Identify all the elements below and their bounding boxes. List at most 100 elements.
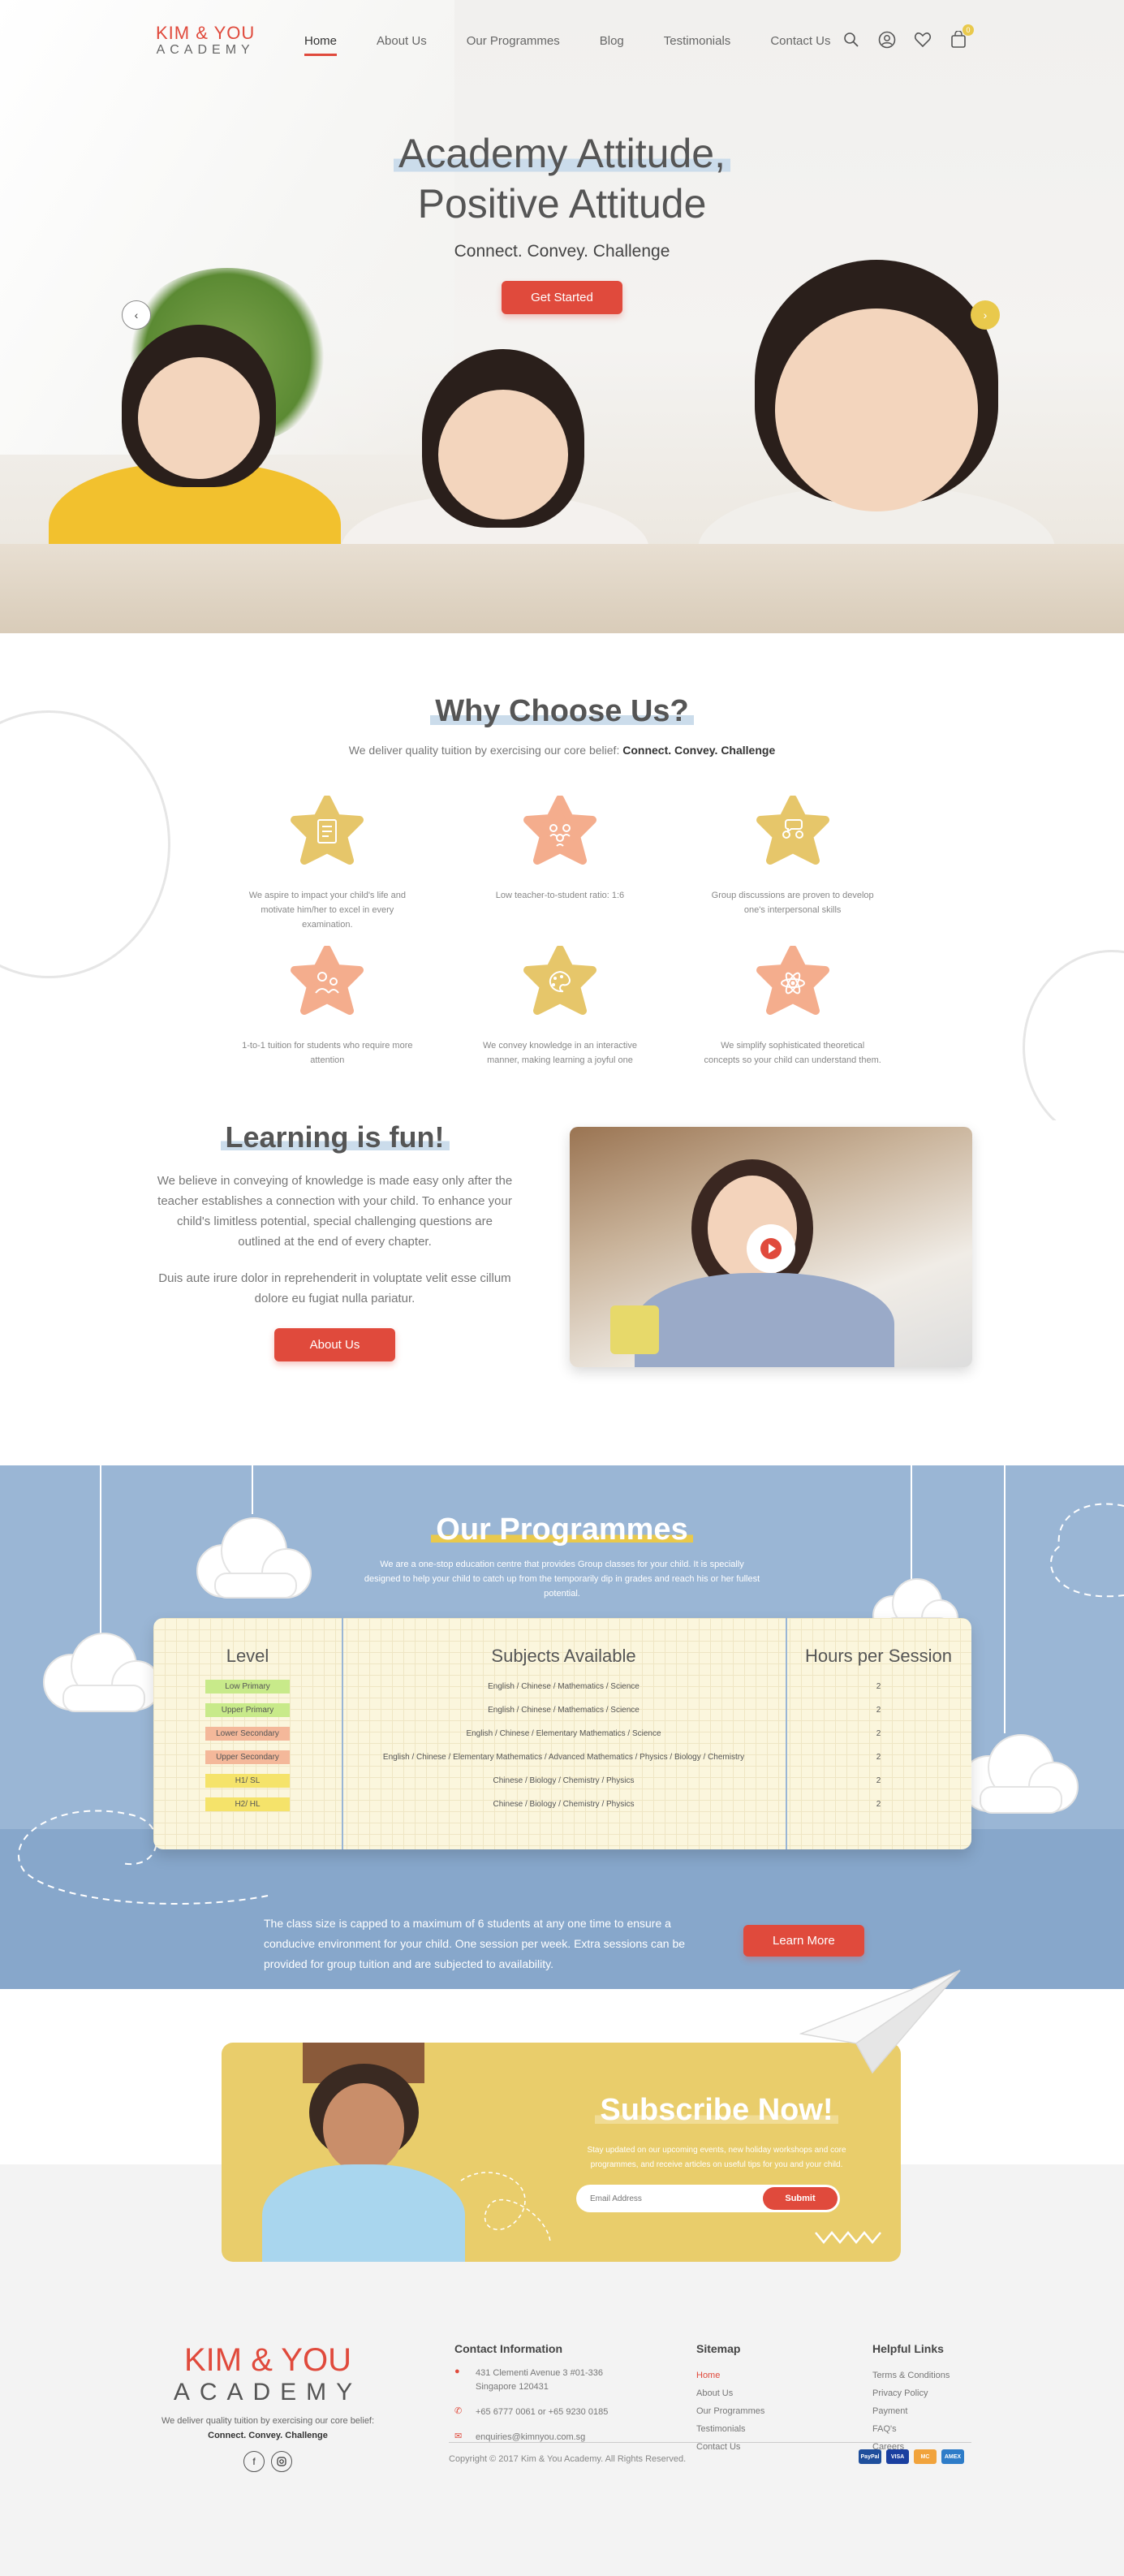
table-header-row: Level Subjects Available Hours per Sessi… <box>153 1618 971 1675</box>
table-row: H2/ HL Chinese / Biology / Chemistry / P… <box>153 1793 971 1816</box>
nav-blog[interactable]: Blog <box>600 34 624 48</box>
why-title: Why Choose Us? <box>430 694 694 729</box>
learning-section: Learning is fun! We believe in conveying… <box>0 1120 1124 1465</box>
location-icon: ● <box>454 2367 460 2376</box>
instagram-icon[interactable] <box>271 2451 292 2472</box>
programmes-note: The class size is capped to a maximum of… <box>264 1917 686 1970</box>
learn-more-button[interactable]: Learn More <box>743 1925 864 1957</box>
hours-cell: 2 <box>876 1753 881 1762</box>
programmes-title: Our Programmes <box>431 1512 693 1547</box>
atom-icon <box>756 946 830 1020</box>
play-icon[interactable] <box>747 1224 795 1273</box>
footer-divider <box>449 2442 971 2443</box>
table-row: Upper Primary English / Chinese / Mathem… <box>153 1698 971 1722</box>
learning-video[interactable] <box>570 1127 972 1367</box>
sitemap-contact-us[interactable]: Contact Us <box>696 2438 764 2456</box>
subjects-cell: English / Chinese / Elementary Mathemati… <box>382 1753 745 1762</box>
sitemap-home[interactable]: Home <box>696 2367 764 2384</box>
cart-count-badge: 0 <box>963 24 974 36</box>
nav-our-programmes[interactable]: Our Programmes <box>467 34 560 48</box>
nav-about-us[interactable]: About Us <box>377 34 427 48</box>
hours-cell: 2 <box>876 1682 881 1691</box>
feature-text: We aspire to impact your child's life an… <box>248 891 406 930</box>
email-input[interactable] <box>579 2194 763 2203</box>
get-started-button[interactable]: Get Started <box>502 281 622 314</box>
subscribe-form: Submit <box>576 2185 840 2212</box>
subjects-cell: English / Chinese / Mathematics / Scienc… <box>488 1682 640 1691</box>
nav-home[interactable]: Home <box>304 34 338 56</box>
cloud-string <box>252 1465 253 1514</box>
link-payment[interactable]: Payment <box>872 2402 950 2420</box>
main-nav: Home About Us Our Programmes Blog Testim… <box>304 34 871 56</box>
learning-content: Learning is fun! We believe in conveying… <box>154 1120 515 1361</box>
heart-icon[interactable] <box>912 29 933 50</box>
learning-paragraph-1: We believe in conveying of knowledge is … <box>157 1174 513 1249</box>
link-faqs[interactable]: FAQ's <box>872 2420 950 2438</box>
hero-content: Academy Attitude, Positive Attitude Conn… <box>0 128 1124 314</box>
search-icon[interactable] <box>841 29 862 50</box>
sitemap-about-us[interactable]: About Us <box>696 2384 764 2402</box>
group-icon <box>523 796 597 870</box>
table-row: H1/ SL Chinese / Biology / Chemistry / P… <box>153 1769 971 1793</box>
footer-logo-line2: ACADEMY <box>173 2379 363 2406</box>
why-choose-us-section: Why Choose Us? We deliver quality tuitio… <box>0 633 1124 1120</box>
nav-testimonials[interactable]: Testimonials <box>664 34 731 48</box>
level-tag: H2/ HL <box>205 1797 290 1811</box>
feature-item: Low teacher-to-student ratio: 1:6 <box>444 796 677 913</box>
cart-icon[interactable]: 0 <box>948 24 974 50</box>
user-icon[interactable] <box>876 29 898 50</box>
programmes-grid: Level Subjects Available Hours per Sessi… <box>153 1618 971 1816</box>
nav-contact-us[interactable]: Contact Us <box>770 34 830 48</box>
feature-text: 1-to-1 tuition for students who require … <box>242 1041 413 1065</box>
table-row: Upper Secondary English / Chinese / Elem… <box>153 1745 971 1769</box>
hero-next-button[interactable]: › <box>971 300 1000 330</box>
footer-brand: KIM & YOU ACADEMY We deliver quality tui… <box>130 2342 406 2472</box>
social-links: f <box>130 2451 406 2472</box>
video-pencil-cup <box>610 1305 659 1354</box>
link-privacy[interactable]: Privacy Policy <box>872 2384 950 2402</box>
why-intro-bold: Connect. Convey. Challenge <box>622 744 776 757</box>
level-tag: Upper Secondary <box>205 1750 290 1764</box>
hero-subtitle: Connect. Convey. Challenge <box>454 242 670 261</box>
site-logo[interactable]: KIM & YOU ACADEMY <box>156 24 255 57</box>
about-us-button[interactable]: About Us <box>273 1328 396 1361</box>
submit-button[interactable]: Submit <box>763 2187 838 2210</box>
discussion-icon <box>756 796 830 870</box>
visa-icon: VISA <box>886 2449 909 2464</box>
sitemap-testimonials[interactable]: Testimonials <box>696 2420 764 2438</box>
col-hours: Hours per Session <box>805 1646 952 1666</box>
hours-cell: 2 <box>876 1706 881 1715</box>
programmes-header: Our Programmes We are a one-stop educati… <box>0 1512 1124 1601</box>
payment-methods: PayPal VISA MC AMEX <box>859 2449 964 2464</box>
subjects-cell: English / Chinese / Elementary Mathemati… <box>466 1729 661 1738</box>
feature-text: Low teacher-to-student ratio: 1:6 <box>495 891 625 900</box>
table-row: Low Primary English / Chinese / Mathemat… <box>153 1675 971 1698</box>
col-subjects: Subjects Available <box>491 1646 636 1666</box>
feature-grid: We aspire to impact your child's life an… <box>211 796 909 1065</box>
helpful-title: Helpful Links <box>872 2342 944 2355</box>
level-tag: H1/ SL <box>205 1774 290 1788</box>
learning-paragraph-2: Duis aute irure dolor in reprehenderit i… <box>158 1271 511 1305</box>
logo-line1: KIM & YOU <box>156 23 256 43</box>
sitemap-our-programmes[interactable]: Our Programmes <box>696 2402 764 2420</box>
link-terms[interactable]: Terms & Conditions <box>872 2367 950 2384</box>
subscribe-card: Subscribe Now! Stay updated on our upcom… <box>222 2043 901 2262</box>
site-footer: KIM & YOU ACADEMY We deliver quality tui… <box>0 2326 1124 2576</box>
facebook-icon[interactable]: f <box>243 2451 265 2472</box>
contact-phone[interactable]: +65 6777 0061 or +65 9230 0185 <box>476 2406 608 2419</box>
level-tag: Lower Secondary <box>205 1727 290 1741</box>
programmes-intro: We are a one-stop education centre that … <box>364 1560 760 1599</box>
contact-address: 431 Clementi Avenue 3 #01-336 Singapore … <box>476 2368 603 2392</box>
footer-sitemap: Sitemap Home About Us Our Programmes Tes… <box>696 2342 764 2456</box>
cloud-icon <box>43 1633 161 1712</box>
chevron-left-icon: ‹ <box>134 309 139 321</box>
col-level: Level <box>226 1646 269 1666</box>
subscribe-section: Subscribe Now! Stay updated on our upcom… <box>0 1970 1124 2326</box>
video-girl-sweater <box>635 1273 894 1367</box>
feature-item: We simplify sophisticated theoretical co… <box>676 946 909 1065</box>
subjects-cell: Chinese / Biology / Chemistry / Physics <box>493 1776 635 1785</box>
hero-prev-button[interactable]: ‹ <box>122 300 151 330</box>
sitemap-title: Sitemap <box>696 2342 741 2355</box>
zigzag-icon <box>815 2231 881 2244</box>
feature-item: We aspire to impact your child's life an… <box>211 796 444 930</box>
